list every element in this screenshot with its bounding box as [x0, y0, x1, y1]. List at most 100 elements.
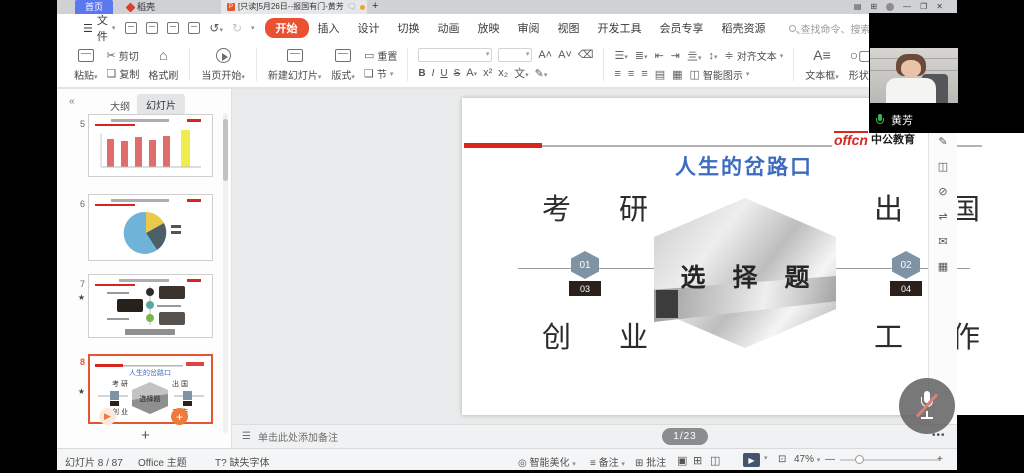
align-center-icon[interactable]: ≡ — [628, 68, 634, 80]
thumbnail-play-button[interactable]: ▶ — [99, 408, 116, 425]
section-button[interactable]: ❏节▾ — [364, 66, 397, 81]
window-list-icon[interactable]: ▤ — [854, 2, 862, 11]
help-clock-icon[interactable]: ⊘ — [938, 185, 947, 198]
font-family-select[interactable] — [418, 48, 492, 62]
bullet-list-icon[interactable]: ☰▾ — [614, 49, 627, 62]
comment-button[interactable]: ⊞ 批注 — [635, 454, 666, 469]
fit-to-window-icon[interactable]: ⊡ — [778, 454, 786, 465]
mute-microphone-button[interactable] — [899, 378, 955, 434]
underline-button[interactable]: U — [440, 68, 447, 79]
file-menu[interactable]: ☰ 文件 ▾ — [83, 12, 115, 44]
align-right-icon[interactable]: ≡ — [641, 68, 647, 80]
highlight-color-icon[interactable]: ✎▾ — [535, 67, 548, 80]
align-text-button[interactable]: ≑ 对齐文本▾ — [725, 48, 784, 63]
theme-name[interactable]: Office 主题 — [138, 454, 187, 469]
justify-icon[interactable]: ▤ — [655, 68, 665, 81]
more-options-dots[interactable]: ••• — [932, 430, 946, 441]
smart-diagram-button[interactable]: ◫ 智能图示▾ — [690, 67, 750, 82]
new-tab-button[interactable]: + — [372, 0, 378, 13]
text-box-button[interactable]: A≡ 文本框▾ — [800, 45, 844, 84]
panel-scrollbar[interactable] — [223, 113, 228, 433]
missing-font-warning[interactable]: T? 缺失字体 — [215, 454, 269, 469]
format-painter-button[interactable]: ⌂ 格式刷 — [143, 45, 183, 84]
slide-sorter-icon[interactable]: ⊞ — [693, 454, 702, 467]
text-direction-icon[interactable]: 亖▾ — [687, 48, 702, 64]
subscript-icon[interactable]: x₂ — [498, 67, 508, 79]
font-color-icon[interactable]: A▾ — [466, 67, 477, 79]
paste-button[interactable]: 粘贴▾ — [69, 45, 103, 84]
zoom-slider-handle[interactable] — [855, 455, 864, 464]
reading-view-icon[interactable]: ◫ — [710, 454, 720, 467]
save-icon[interactable] — [125, 22, 137, 34]
superscript-icon[interactable]: x² — [483, 67, 492, 79]
close-button[interactable]: ✕ — [936, 2, 943, 11]
numbered-list-icon[interactable]: ≣▾ — [635, 49, 648, 62]
ribbon-tab-slideshow[interactable]: 放映 — [469, 18, 509, 38]
slide-6-thumbnail[interactable] — [88, 194, 213, 261]
beautify-button[interactable]: ◎ 智能美化 ▾ — [518, 454, 576, 469]
ribbon-tab-docer-resources[interactable]: 稻壳资源 — [713, 18, 775, 38]
increase-indent-icon[interactable]: ⇥ — [671, 49, 680, 62]
tab-slides[interactable]: 幻灯片 — [137, 94, 185, 115]
italic-button[interactable]: I — [432, 68, 435, 79]
slideshow-play-button[interactable]: ▶ — [743, 453, 760, 467]
tab-outline[interactable]: 大纲 — [103, 96, 137, 115]
slide-5-thumbnail[interactable] — [88, 114, 213, 177]
zoom-out-button[interactable]: — — [825, 454, 835, 465]
ribbon-tab-view[interactable]: 视图 — [549, 18, 589, 38]
line-spacing-icon[interactable]: ↕▾ — [709, 50, 718, 62]
layout-button[interactable]: 版式▾ — [326, 45, 360, 84]
decrease-font-icon[interactable]: A˅ — [558, 49, 572, 61]
copy-button[interactable]: ❏复制 — [107, 66, 140, 81]
account-avatar[interactable] — [886, 3, 894, 11]
cut-button[interactable]: ✂剪切 — [107, 48, 140, 63]
zoom-in-button[interactable]: + — [937, 454, 943, 465]
apps-grid-icon[interactable]: ⊞ — [870, 2, 877, 11]
increase-font-icon[interactable]: A˄ — [538, 49, 552, 61]
print-icon[interactable] — [167, 22, 179, 34]
notes-bar[interactable]: ☰ 单击此处添加备注 1/23 — [232, 424, 957, 448]
slide-7-thumbnail[interactable] — [88, 274, 213, 338]
notes-placeholder[interactable]: 单击此处添加备注 — [258, 429, 338, 444]
webcam-overlay[interactable]: 黄芳 — [869, 13, 1024, 133]
redo-icon[interactable]: ↻ — [232, 21, 242, 35]
distribute-icon[interactable]: ▦ — [672, 68, 682, 81]
play-options-icon[interactable]: ▾ — [764, 454, 768, 462]
font-size-select[interactable] — [498, 48, 532, 62]
normal-view-icon[interactable]: ▣ — [677, 454, 687, 467]
bold-button[interactable]: B — [418, 68, 425, 79]
clear-format-icon[interactable]: ⌫ — [578, 48, 594, 61]
export-icon[interactable] — [146, 22, 158, 34]
ribbon-tab-review[interactable]: 审阅 — [509, 18, 549, 38]
ribbon-tab-animation[interactable]: 动画 — [429, 18, 469, 38]
pen-icon[interactable]: ✎ — [938, 135, 947, 148]
decrease-indent-icon[interactable]: ⇤ — [655, 49, 664, 62]
print-preview-icon[interactable] — [188, 22, 200, 34]
ribbon-tab-developer[interactable]: 开发工具 — [589, 18, 651, 38]
tab-docer[interactable]: 稻壳 — [121, 0, 179, 14]
reset-button[interactable]: ▭重置 — [364, 48, 397, 63]
align-left-icon[interactable]: ≡ — [614, 68, 620, 80]
tab-document[interactable]: P [只读]5月26日--报国有门-黄芳 🗨 — [221, 0, 367, 14]
undo-icon[interactable]: ↺▾ — [209, 21, 223, 35]
play-from-current-button[interactable]: 当页开始▾ — [196, 45, 250, 84]
zoom-slider[interactable] — [840, 459, 940, 461]
collapse-panel-button[interactable]: « — [69, 96, 75, 107]
zoom-percentage[interactable]: 47% ▾ — [794, 454, 820, 465]
add-slide-button[interactable]: + — [141, 427, 150, 444]
notes-toggle-button[interactable]: ≡ 备注 ▾ — [590, 454, 625, 469]
ribbon-tab-insert[interactable]: 插入 — [309, 18, 349, 38]
ribbon-tab-member[interactable]: 会员专享 — [651, 18, 713, 38]
settings-sliders-icon[interactable]: ⇌ — [938, 210, 947, 223]
pip-window-icon[interactable]: ◫ — [938, 160, 948, 173]
maximize-button[interactable]: ❐ — [920, 2, 927, 11]
minimize-button[interactable]: — — [903, 2, 911, 11]
thumbnail-add-button[interactable]: + — [171, 408, 188, 425]
ribbon-tab-home[interactable]: 开始 — [265, 18, 309, 38]
new-slide-button[interactable]: 新建幻灯片▾ — [263, 45, 327, 84]
text-effect-icon[interactable]: 文▾ — [514, 65, 529, 81]
toolbar-options-icon[interactable]: ▾ — [251, 24, 255, 32]
strikethrough-button[interactable]: S — [454, 68, 461, 79]
ribbon-tab-design[interactable]: 设计 — [349, 18, 389, 38]
ribbon-tab-transition[interactable]: 切换 — [389, 18, 429, 38]
